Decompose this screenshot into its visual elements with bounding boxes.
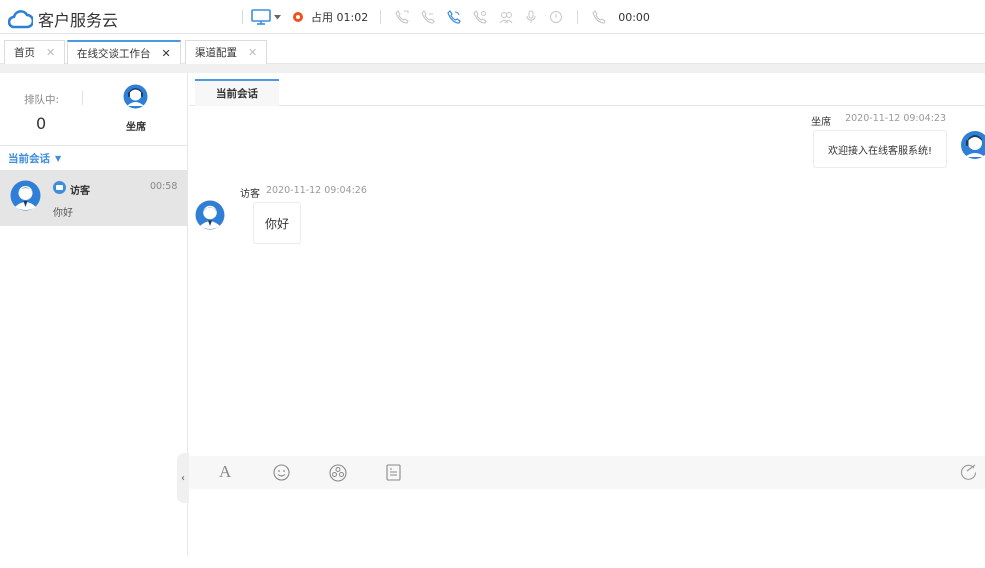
message-input[interactable] [189,489,985,556]
agent-label: 坐席 [126,122,146,133]
collapse-panel-button[interactable]: ‹ [177,453,189,503]
quick-reply-icon[interactable] [386,464,401,481]
mic-icon[interactable] [525,0,537,34]
phone-hangup-icon[interactable] [592,0,606,34]
editor-toolbar: A [189,456,985,489]
agent-status[interactable]: 占用 01:02 [311,9,368,25]
session-panel: 排队中: 0 坐席 当前会话 ▼ 访客 00:58 你好 ‹ [0,73,189,556]
agent-avatar-icon [960,130,985,163]
tab-label: 渠道配置 [195,47,237,59]
message-sender: 访客 [240,189,260,200]
chat-tab-strip: 当前会话 [189,73,985,106]
caret-down-icon[interactable] [274,0,281,34]
toolbar-divider [577,10,579,24]
web-channel-icon [53,181,66,194]
message-timestamp: 2020-11-12 09:04:23 [845,113,946,124]
queue-count: 0 [36,114,47,133]
chat-tab-label: 当前会话 [216,88,258,100]
agent-message-bubble: 欢迎接入在线客服系统! [812,130,947,168]
tab-label: 首页 [14,47,35,59]
app-title: 客户服务云 [38,11,119,30]
session-header-label: 当前会话 [8,153,50,165]
phone-transfer-icon[interactable] [421,0,435,34]
session-duration: 00:58 [150,181,178,192]
agent-message-meta: 坐席 2020-11-12 09:04:23 [811,113,946,128]
tab-home[interactable]: 首页 ✕ [4,40,66,64]
send-check-icon[interactable] [960,464,977,481]
top-bar: 客户服务云 占用 01:02 00:00 [0,0,985,34]
visitor-message-bubble: 你好 [253,202,302,244]
close-icon[interactable]: ✕ [162,47,171,60]
visitor-avatar-icon [10,180,41,214]
tab-current-session[interactable]: 当前会话 [195,79,279,106]
consult-icon[interactable] [499,0,513,34]
tab-bar: 首页 ✕ 在线交谈工作台 ✕ 渠道配置 ✕ [0,38,985,64]
emoji-icon[interactable] [273,464,290,481]
cloud-logo-icon [8,9,33,29]
monitor-icon[interactable] [251,0,271,34]
agent-avatar-icon[interactable] [123,84,148,112]
tab-online-chat-workbench[interactable]: 在线交谈工作台 ✕ [67,40,181,64]
queue-divider [82,91,83,105]
session-last-message: 你好 [53,208,73,219]
hold-icon[interactable] [549,0,563,34]
sticker-icon[interactable] [329,464,347,482]
session-list-item[interactable]: 访客 00:58 你好 [0,170,188,226]
close-icon[interactable]: ✕ [248,46,257,59]
message-text: 你好 [265,216,290,231]
chat-area: 当前会话 坐席 2020-11-12 09:04:23 欢迎接入在线客服系统! … [189,73,985,556]
call-timer: 00:00 [618,10,650,24]
chevron-down-icon: ▼ [55,154,62,163]
visitor-avatar-icon [195,200,225,233]
toolbar-divider [242,10,243,24]
tab-channel-config[interactable]: 渠道配置 ✕ [185,40,268,64]
session-visitor-name: 访客 [70,186,90,197]
chevron-left-icon: ‹ [181,472,185,484]
message-sender: 坐席 [811,117,832,128]
close-icon[interactable]: ✕ [46,46,55,59]
tab-content-divider [0,64,985,73]
message-timestamp: 2020-11-12 09:04:26 [266,185,367,196]
status-busy-icon[interactable] [293,12,303,22]
phone-call-icon[interactable] [395,0,409,34]
tab-label: 在线交谈工作台 [77,47,151,60]
visitor-message-meta: 访客 2020-11-12 09:04:26 [240,185,367,200]
font-icon[interactable]: A [219,462,231,482]
message-text: 欢迎接入在线客服系统! [827,145,932,157]
phone-conference-icon[interactable] [473,0,487,34]
panel-divider [0,145,188,146]
app-logo: 客户服务云 [8,7,118,31]
call-toolbar: 占用 01:02 00:00 [234,0,650,34]
current-session-dropdown[interactable]: 当前会话 ▼ [8,151,61,166]
queue-label: 排队中: [24,94,60,106]
phone-active-icon[interactable] [447,0,461,34]
toolbar-divider [380,10,382,24]
